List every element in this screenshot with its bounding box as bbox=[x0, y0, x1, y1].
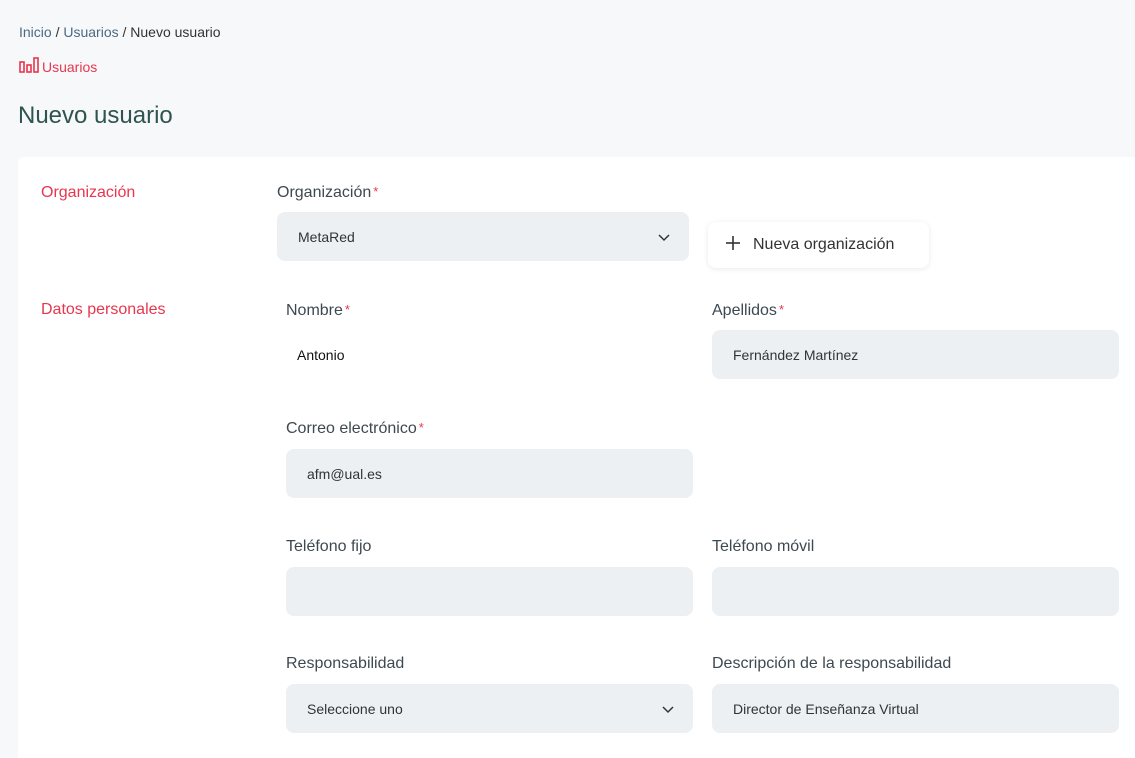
chevron-down-icon bbox=[661, 702, 675, 716]
organizacion-select-value: MetaRed bbox=[298, 228, 355, 245]
page-title: Nuevo usuario bbox=[18, 102, 173, 129]
plus-icon bbox=[725, 235, 741, 256]
organizacion-label-text: Organización bbox=[277, 184, 372, 201]
descripcion-responsabilidad-input-value: Director de Enseñanza Virtual bbox=[733, 700, 919, 717]
descripcion-responsabilidad-label: Descripción de la responsabilidad bbox=[712, 655, 952, 672]
telefono-movil-label: Teléfono móvil bbox=[712, 538, 815, 555]
breadcrumb-separator: / bbox=[118, 24, 131, 40]
descripcion-responsabilidad-input[interactable]: Director de Enseñanza Virtual bbox=[712, 684, 1119, 733]
breadcrumb-usuarios-link[interactable]: Usuarios bbox=[63, 24, 118, 40]
telefono-fijo-input[interactable] bbox=[286, 567, 693, 616]
organizacion-label: Organización * bbox=[277, 184, 378, 202]
section-label-datos-personales: Datos personales bbox=[41, 301, 166, 318]
telefono-movil-input[interactable] bbox=[712, 567, 1119, 616]
apellidos-input-value: Fernández Martínez bbox=[733, 346, 859, 363]
telefono-fijo-label: Teléfono fijo bbox=[286, 538, 372, 555]
apellidos-label-text: Apellidos bbox=[712, 302, 777, 319]
breadcrumb-inicio-link[interactable]: Inicio bbox=[19, 24, 52, 40]
nombre-input[interactable]: Antonio bbox=[286, 330, 693, 379]
breadcrumb-separator: / bbox=[51, 24, 64, 40]
required-mark: * bbox=[418, 420, 424, 435]
nueva-organizacion-button[interactable]: Nueva organización bbox=[708, 222, 929, 268]
responsabilidad-label: Responsabilidad bbox=[286, 655, 405, 672]
section-label-organizacion: Organización bbox=[41, 184, 136, 201]
nombre-input-value: Antonio bbox=[297, 346, 345, 363]
section-link-label: Usuarios bbox=[42, 58, 98, 75]
nombre-label-text: Nombre bbox=[286, 302, 343, 319]
correo-label-text: Correo electrónico bbox=[286, 420, 417, 437]
responsabilidad-select[interactable]: Seleccione uno bbox=[286, 684, 693, 733]
responsabilidad-select-value: Seleccione uno bbox=[307, 700, 403, 717]
breadcrumb: Inicio / Usuarios / Nuevo usuario bbox=[19, 24, 221, 40]
correo-input[interactable]: afm@ual.es bbox=[286, 449, 693, 498]
section-link-usuarios[interactable]: Usuarios bbox=[19, 57, 97, 76]
required-mark: * bbox=[778, 302, 784, 317]
organizacion-select[interactable]: MetaRed bbox=[277, 212, 689, 261]
required-mark: * bbox=[373, 184, 379, 199]
chart-bars-icon bbox=[19, 57, 39, 76]
breadcrumb-current: Nuevo usuario bbox=[130, 24, 221, 40]
required-mark: * bbox=[344, 302, 350, 317]
nombre-label: Nombre * bbox=[286, 302, 350, 320]
nueva-organizacion-label: Nueva organización bbox=[753, 236, 895, 253]
correo-input-value: afm@ual.es bbox=[307, 465, 382, 482]
chevron-down-icon bbox=[657, 230, 671, 244]
correo-label: Correo electrónico * bbox=[286, 420, 424, 438]
apellidos-input[interactable]: Fernández Martínez bbox=[712, 330, 1119, 379]
apellidos-label: Apellidos * bbox=[712, 302, 784, 320]
